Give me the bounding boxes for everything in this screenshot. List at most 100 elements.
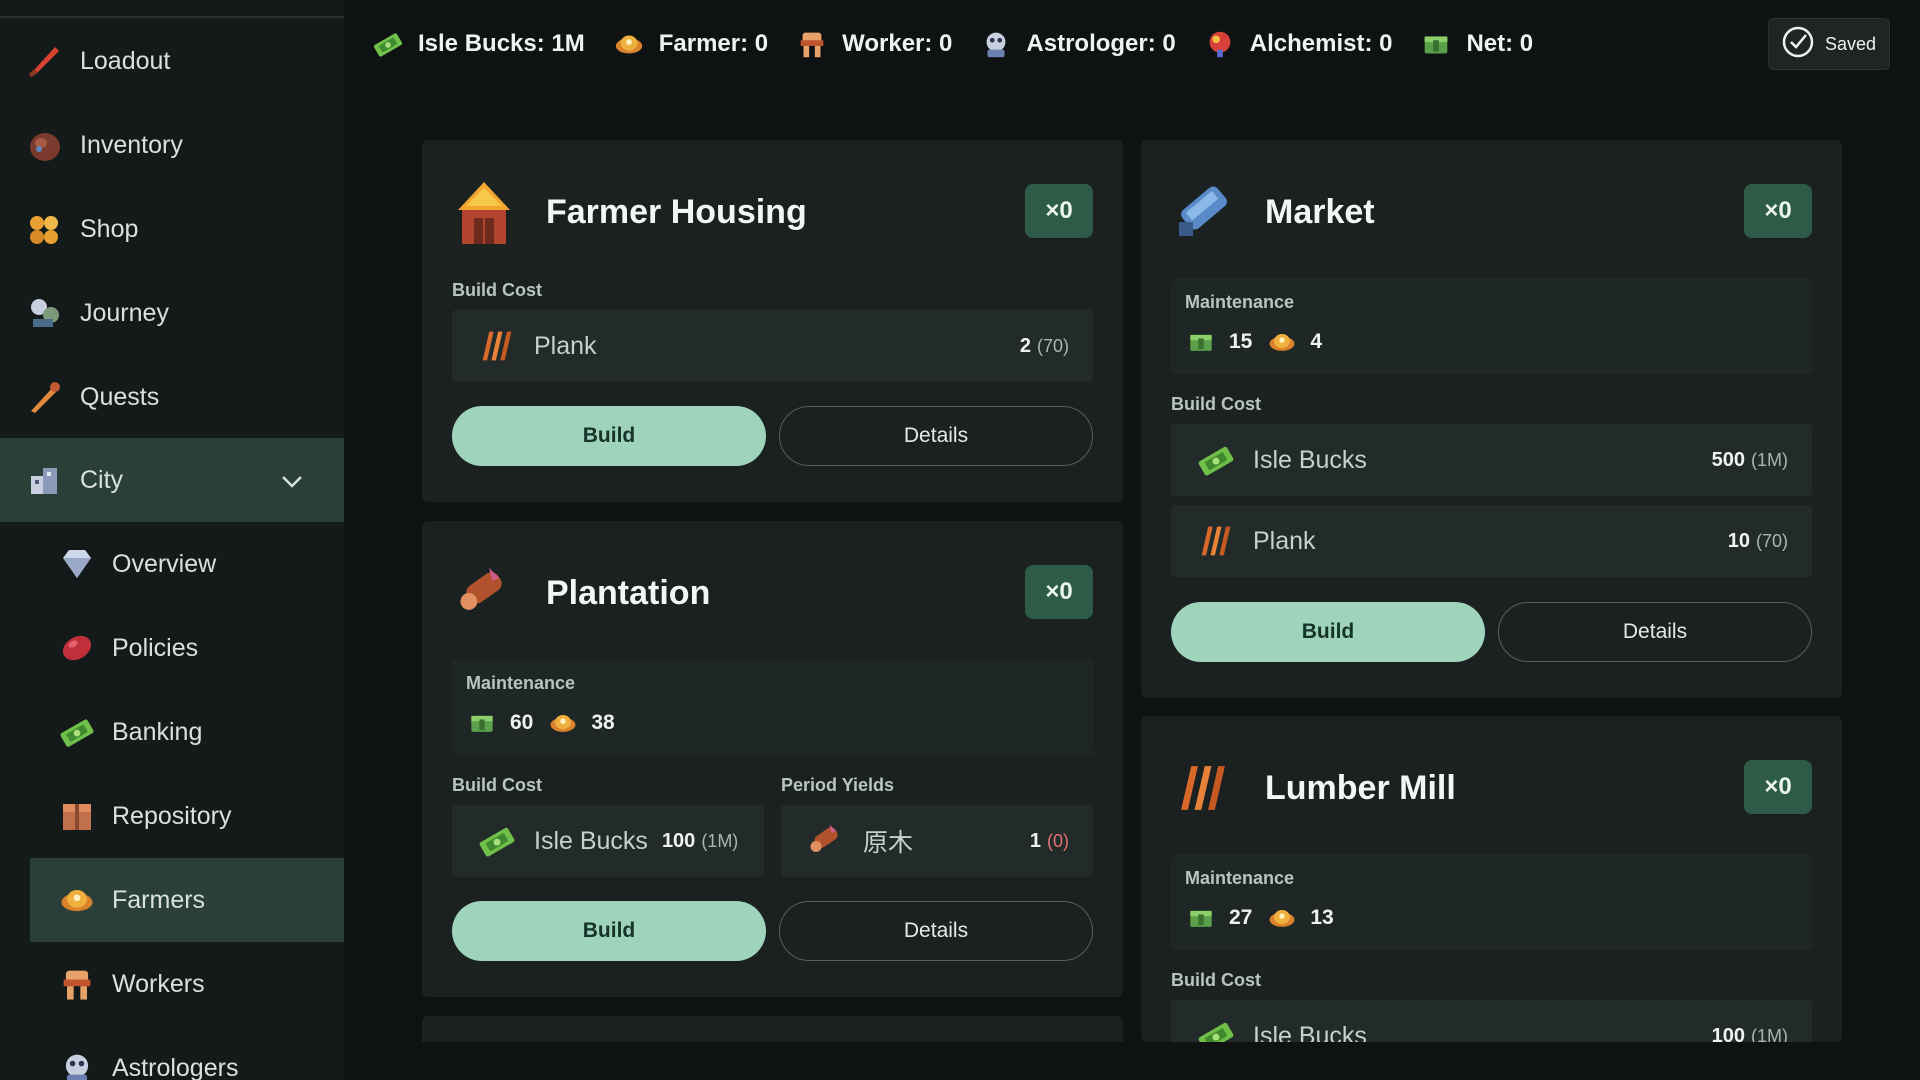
sidebar-item-label: Astrologers: [112, 1053, 239, 1080]
chevron-down-icon[interactable]: [280, 468, 304, 497]
sidebar-item-repository[interactable]: Repository: [30, 774, 344, 858]
details-button[interactable]: Details: [1498, 602, 1812, 662]
cost-row-plank: Plank 2 (70): [452, 310, 1093, 382]
stat-label: Astrologer: 0: [1026, 30, 1176, 57]
resource-name: Plank: [534, 331, 597, 360]
maintenance-net: 15: [1185, 326, 1252, 358]
amount-owned: (70): [1036, 335, 1069, 356]
sidebar-divider: [0, 16, 344, 18]
maintenance-value: 4: [1310, 330, 1323, 353]
maintenance-value: 38: [591, 711, 615, 734]
sidebar-item-overview[interactable]: Overview: [30, 522, 344, 606]
maintenance-box: Maintenance 60 38: [452, 659, 1093, 755]
building-card-farmer-housing: Farmer Housing ×0 Build Cost Plank 2 (70)…: [422, 140, 1123, 502]
check-circle-icon: [1781, 25, 1815, 64]
build-cost-label: Build Cost: [452, 775, 542, 795]
worker-icon: [794, 26, 830, 62]
sidebar-item-label: Policies: [112, 633, 199, 662]
sidebar-item-label: Loadout: [80, 46, 171, 75]
sidebar-item-label: Banking: [112, 717, 203, 746]
net-icon: [1185, 326, 1217, 358]
build-cost-label: Build Cost: [1171, 394, 1261, 414]
amount-owned: (0): [1047, 830, 1069, 851]
building-card-market: Market ×0 Maintenance 15 4 Build Cost Is…: [1141, 140, 1842, 698]
isle-bucks-icon: [370, 26, 406, 62]
maintenance-farmer: 4: [1266, 326, 1322, 358]
alchemist-icon: [1202, 26, 1238, 62]
card-header: Plantation ×0: [452, 553, 1093, 633]
build-cost-label: Build Cost: [452, 280, 542, 300]
details-button[interactable]: Details: [779, 901, 1093, 961]
resource-amount: 100 (1M): [662, 830, 738, 853]
farmer-icon: [611, 26, 647, 62]
sidebar: Loadout Inventory Shop Journey Quests Ci…: [0, 0, 344, 1080]
details-button[interactable]: Details: [779, 406, 1093, 466]
sidebar-item-workers[interactable]: Workers: [30, 942, 344, 1026]
sidebar-item-policies[interactable]: Policies: [30, 606, 344, 690]
build-button[interactable]: Build: [452, 406, 766, 466]
count-badge: ×0: [1744, 184, 1812, 238]
farmer-icon: [547, 707, 579, 739]
resource-amount: 1 (0): [1030, 830, 1069, 853]
stat-label: Worker: 0: [842, 30, 953, 57]
maintenance-box: Maintenance 27 13: [1171, 854, 1812, 950]
sidebar-item-banking[interactable]: Banking: [30, 690, 344, 774]
cash-icon: [56, 711, 98, 753]
stat-worker: Worker: 0: [794, 26, 952, 62]
period-yields-label: Period Yields: [781, 775, 895, 795]
sidebar-item-quests[interactable]: Quests: [0, 355, 344, 439]
stat-label: Isle Bucks: 1M: [418, 30, 585, 57]
sidebar-item-city[interactable]: City: [0, 438, 344, 522]
farmer-housing-icon: [452, 176, 516, 248]
card-title: Plantation: [546, 573, 711, 612]
sidebar-item-label: Journey: [80, 298, 169, 327]
sidebar-item-loadout[interactable]: Loadout: [0, 19, 344, 103]
card-header: Farmer Housing ×0: [452, 172, 1093, 252]
market-icon: [1171, 176, 1235, 248]
resource-amount: 10 (70): [1728, 530, 1788, 553]
log-icon: [805, 820, 847, 862]
net-icon: [466, 707, 498, 739]
count-badge: ×0: [1025, 184, 1093, 238]
sidebar-item-label: Inventory: [80, 130, 183, 159]
resource-amount: 100 (1M): [1712, 1025, 1788, 1043]
coins-icon: [24, 208, 66, 250]
resource-name: Plank: [1253, 526, 1316, 555]
lumber-mill-icon: [1171, 752, 1235, 824]
astrologer-icon: [56, 1047, 98, 1080]
amount-owned: (1M): [701, 830, 739, 851]
stat-label: Farmer: 0: [658, 30, 769, 57]
sidebar-item-inventory[interactable]: Inventory: [0, 103, 344, 187]
building-card-lumber-mill: Lumber Mill ×0 Maintenance 27 13 Build C…: [1141, 716, 1842, 1042]
amount-value: 10: [1727, 529, 1750, 552]
farmer-icon: [1266, 326, 1298, 358]
farmer-icon: [1266, 902, 1298, 934]
maintenance-label: Maintenance: [1185, 868, 1295, 888]
amount-value: 100: [1711, 1024, 1745, 1043]
plank-icon: [476, 325, 518, 367]
plank-icon: [1195, 520, 1237, 562]
build-button[interactable]: Build: [1171, 602, 1485, 662]
maintenance-farmer: 13: [1266, 902, 1334, 934]
content-bottom-edge: [344, 1042, 1920, 1080]
stat-alchemist: Alchemist: 0: [1202, 26, 1392, 62]
isle-bucks-icon: [1195, 1015, 1237, 1042]
card-header: Market ×0: [1171, 172, 1812, 252]
card-title: Market: [1265, 192, 1375, 231]
sidebar-item-shop[interactable]: Shop: [0, 187, 344, 271]
stat-isle-bucks: Isle Bucks: 1M: [370, 26, 585, 62]
map-icon: [24, 292, 66, 334]
cost-row-plank: Plank 10 (70): [1171, 505, 1812, 577]
build-button[interactable]: Build: [452, 901, 766, 961]
sidebar-item-astrologers[interactable]: Astrologers: [30, 1026, 344, 1080]
amount-value: 1: [1029, 829, 1041, 852]
sidebar-item-farmers[interactable]: Farmers: [30, 858, 344, 942]
saved-indicator[interactable]: Saved: [1768, 18, 1890, 70]
count-badge: ×0: [1744, 760, 1812, 814]
farmer-icon: [56, 879, 98, 921]
cost-row-isle-bucks: Isle Bucks 100 (1M): [452, 805, 764, 877]
sidebar-item-journey[interactable]: Journey: [0, 271, 344, 355]
sword-icon: [24, 40, 66, 82]
card-title: Lumber Mill: [1265, 768, 1456, 807]
stat-label: Net: 0: [1466, 30, 1534, 57]
